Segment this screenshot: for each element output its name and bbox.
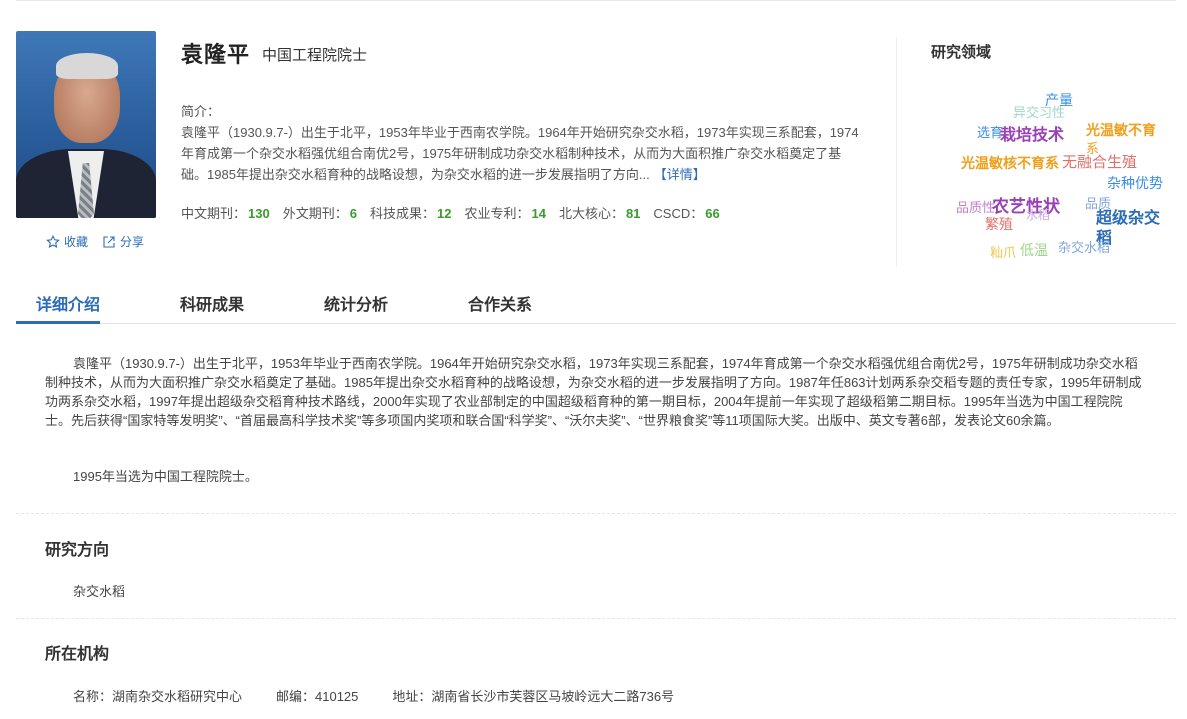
profile-photo: [16, 31, 156, 218]
tab-bar: 详细介绍 科研成果 统计分析 合作关系: [16, 285, 1176, 324]
collect-label: 收藏: [64, 235, 89, 249]
person-name: 袁隆平: [181, 42, 251, 67]
stat-pku-core[interactable]: 北大核心： 81: [559, 203, 640, 222]
detail-paragraph: 袁隆平（1930.9.7-）出生于北平，1953年毕业于西南农学院。1964年开…: [45, 356, 1142, 428]
keyword-item[interactable]: 杂交水稻: [1058, 237, 1110, 256]
institution-info: 名称：湖南杂交水稻研究中心 邮编：410125 地址：湖南省长沙市芙蓉区马坡岭远…: [73, 686, 674, 705]
person-title: 中国工程院院士: [262, 47, 368, 64]
intro-text: 袁隆平（1930.9.7-）出生于北平，1953年毕业于西南农学院。1964年开…: [181, 122, 861, 185]
keyword-item[interactable]: 水稻: [1026, 206, 1050, 223]
research-field-title: 研究领域: [931, 44, 992, 61]
keyword-item[interactable]: 繁殖: [985, 214, 1013, 234]
stat-chinese-journals[interactable]: 中文期刊： 130: [181, 203, 270, 222]
active-tab-indicator: [16, 321, 100, 324]
star-icon: [46, 234, 60, 248]
vertical-divider: [896, 37, 897, 267]
tab-research-results[interactable]: 科研成果: [180, 291, 244, 315]
stat-achievements[interactable]: 科技成果： 12: [370, 203, 451, 222]
keyword-item[interactable]: 异交习性: [1013, 102, 1065, 121]
top-divider: [16, 0, 1176, 1]
share-button[interactable]: 分享: [102, 233, 144, 250]
research-direction-value: 杂交水稻: [73, 584, 126, 599]
keyword-item[interactable]: 光温敏不育: [1086, 120, 1156, 140]
details-link[interactable]: 【详情】: [654, 167, 706, 182]
intro-body: 袁隆平（1930.9.7-）出生于北平，1953年毕业于西南农学院。1964年开…: [181, 125, 859, 182]
stat-patents[interactable]: 农业专利： 14: [464, 203, 545, 222]
keyword-item[interactable]: 低温: [1020, 240, 1048, 260]
stat-foreign-journals[interactable]: 外文期刊： 6: [283, 203, 357, 222]
tab-detail[interactable]: 详细介绍: [36, 291, 100, 315]
institution-name: 名称：湖南杂交水稻研究中心: [73, 689, 243, 704]
tab-statistics[interactable]: 统计分析: [324, 291, 388, 315]
research-direction-title: 研究方向: [45, 542, 110, 559]
share-label: 分享: [120, 235, 145, 249]
collect-button[interactable]: 收藏: [46, 233, 88, 250]
keyword-item[interactable]: 栽培技术: [1000, 121, 1064, 145]
keyword-item[interactable]: 无融合生殖: [1062, 151, 1137, 172]
keyword-item[interactable]: 籼爪: [990, 242, 1016, 261]
publication-stats: 中文期刊： 130 外文期刊： 6 科技成果： 12 农业专利： 14 北大核心： 81 …: [181, 203, 720, 222]
detail-paragraph-2: 1995年当选为中国工程院院士。: [73, 469, 258, 484]
profile-actions: 收藏 分享: [46, 233, 144, 250]
keyword-item[interactable]: 光温敏核不育系: [961, 153, 1059, 173]
share-icon: [103, 235, 115, 248]
intro-label: 简介：: [181, 104, 221, 119]
institution-address: 地址：湖南省长沙市芙蓉区马坡岭远大二路736号: [392, 689, 675, 704]
stat-cscd[interactable]: CSCD： 66: [653, 203, 719, 222]
institution-title: 所在机构: [45, 646, 110, 663]
keyword-item[interactable]: 杂种优势: [1107, 173, 1163, 193]
keyword-cloud: 产量 异交习性 选育 栽培技术 光温敏不育 系 光温敏核不育系 无融合生殖 杂种…: [950, 85, 1180, 265]
section-divider: [16, 513, 1176, 514]
section-divider: [16, 618, 1176, 619]
tab-cooperation[interactable]: 合作关系: [468, 291, 532, 315]
institution-postcode: 邮编：410125: [276, 689, 359, 704]
